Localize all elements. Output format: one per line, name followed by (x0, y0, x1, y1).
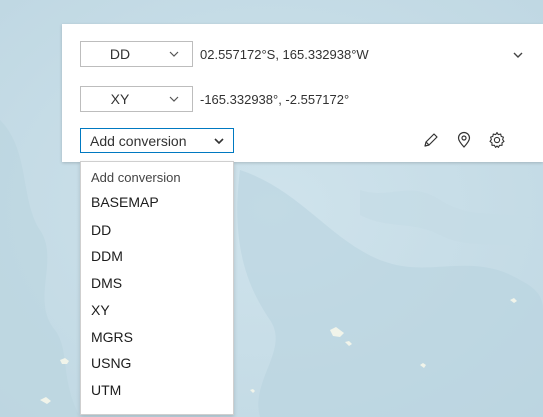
format-select-value: DD (109, 46, 131, 62)
coordinate-value: 02.557172°S, 165.332938°W (200, 46, 369, 62)
dropdown-option-utm[interactable]: UTM (81, 378, 233, 402)
format-select-dd[interactable]: DD (80, 41, 193, 67)
dropdown-option-dd[interactable]: DD (81, 218, 233, 242)
dropdown-option-ddm[interactable]: DDM (81, 244, 233, 268)
coordinate-conversion-panel: DD 02.557172°S, 165.332938°W XY -165.332… (62, 24, 543, 162)
chevron-down-icon (214, 138, 224, 145)
add-conversion-dropdown: Add conversion BASEMAP DD DDM DMS XY MGR… (80, 161, 234, 415)
gear-icon[interactable] (488, 131, 506, 149)
map-pin-icon[interactable] (455, 131, 473, 149)
dropdown-option-add-conversion[interactable]: Add conversion (81, 166, 233, 190)
add-conversion-label: Add conversion (90, 133, 187, 149)
pencil-icon[interactable] (422, 131, 440, 149)
conversion-row-xy: XY -165.332938°, -2.557172° (80, 86, 349, 112)
chevron-down-icon[interactable] (511, 48, 525, 62)
coordinate-value: -165.332938°, -2.557172° (200, 91, 350, 107)
dropdown-option-usng[interactable]: USNG (81, 351, 233, 375)
chevron-down-icon (169, 51, 179, 57)
dropdown-option-xy[interactable]: XY (81, 298, 233, 322)
format-select-value: XY (110, 91, 130, 107)
dropdown-option-mgrs[interactable]: MGRS (81, 325, 233, 349)
chevron-down-icon (169, 96, 179, 102)
conversion-row-dd: DD 02.557172°S, 165.332938°W (80, 41, 525, 67)
add-conversion-select[interactable]: Add conversion (80, 128, 234, 153)
dropdown-option-dms[interactable]: DMS (81, 271, 233, 295)
dropdown-option-basemap[interactable]: BASEMAP (81, 190, 233, 214)
format-select-xy[interactable]: XY (80, 86, 193, 112)
